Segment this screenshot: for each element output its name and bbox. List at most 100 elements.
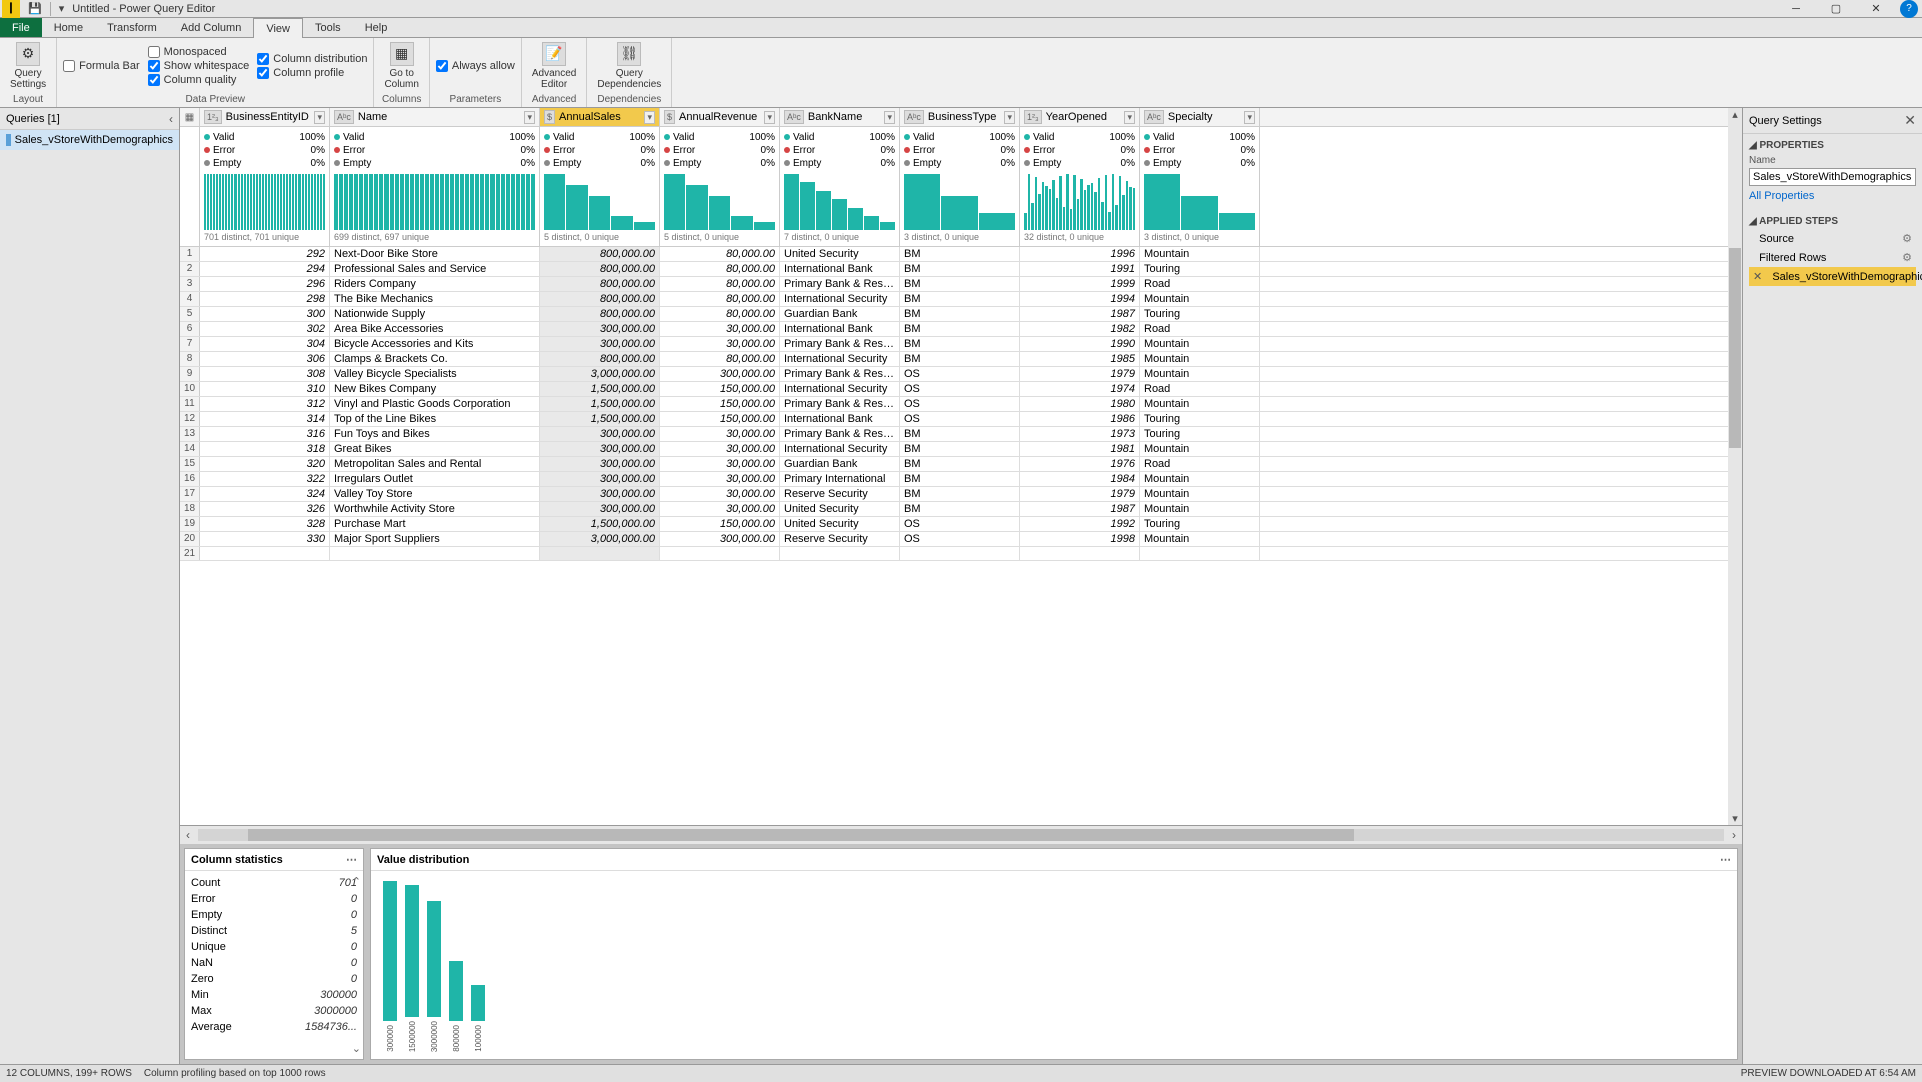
table-row[interactable]: 19328Purchase Mart1,500,000.00150,000.00…: [180, 517, 1742, 532]
stats-menu-icon[interactable]: ⋯: [346, 853, 357, 866]
tab-help[interactable]: Help: [353, 18, 400, 37]
gear-icon[interactable]: ⚙: [1902, 232, 1912, 245]
column-header-businessentityid[interactable]: 1²₃BusinessEntityID▾: [200, 108, 330, 126]
scroll-right-icon[interactable]: ›: [1726, 828, 1742, 842]
table-row[interactable]: 7304Bicycle Accessories and Kits300,000.…: [180, 337, 1742, 352]
query-name-input[interactable]: [1749, 168, 1916, 186]
chevron-down-icon[interactable]: ▾: [644, 111, 655, 124]
maximize-button[interactable]: ▢: [1816, 0, 1856, 18]
chevron-down-icon[interactable]: ▾: [314, 111, 325, 124]
table-row[interactable]: 11312Vinyl and Plastic Goods Corporation…: [180, 397, 1742, 412]
type-icon[interactable]: Aᵇc: [334, 110, 354, 124]
query-dependencies-button[interactable]: ⛓ Query Dependencies: [593, 40, 665, 92]
chevron-down-icon[interactable]: ▾: [1124, 111, 1135, 124]
type-icon[interactable]: $: [664, 110, 675, 124]
column-header-annualsales[interactable]: $AnnualSales▾: [540, 108, 660, 126]
tab-transform[interactable]: Transform: [95, 18, 169, 37]
table-row[interactable]: 5300Nationwide Supply800,000.0080,000.00…: [180, 307, 1742, 322]
table-row[interactable]: 14318Great Bikes300,000.0030,000.00Inter…: [180, 442, 1742, 457]
column-header-name[interactable]: AᵇcName▾: [330, 108, 540, 126]
table-row[interactable]: 3296Riders Company800,000.0080,000.00Pri…: [180, 277, 1742, 292]
type-icon[interactable]: 1²₃: [1024, 110, 1042, 124]
horizontal-scrollbar[interactable]: ‹ ›: [180, 826, 1742, 844]
save-icon[interactable]: 💾: [28, 2, 42, 16]
chevron-down-icon[interactable]: ▾: [884, 111, 895, 124]
tab-file[interactable]: File: [0, 18, 42, 37]
tab-tools[interactable]: Tools: [303, 18, 353, 37]
goto-column-button[interactable]: ▦ Go to Column: [380, 40, 422, 92]
chk-column-quality[interactable]: Column quality: [148, 74, 250, 86]
select-all-corner[interactable]: ▦: [180, 108, 200, 126]
column-profile: Valid100%Error0%Empty0%5 distinct, 0 uni…: [660, 127, 780, 246]
chevron-down-icon[interactable]: ▾: [1004, 111, 1015, 124]
tab-home[interactable]: Home: [42, 18, 95, 37]
hscroll-thumb[interactable]: [248, 829, 1354, 841]
collapse-queries-icon[interactable]: ‹: [169, 112, 173, 126]
gear-icon[interactable]: ⚙: [1902, 251, 1912, 264]
table-row[interactable]: 8306Clamps & Brackets Co.800,000.0080,00…: [180, 352, 1742, 367]
column-header-bankname[interactable]: AᵇcBankName▾: [780, 108, 900, 126]
chevron-down-icon[interactable]: ▾: [1244, 111, 1255, 124]
dist-menu-icon[interactable]: ⋯: [1720, 853, 1731, 866]
status-profiling[interactable]: Column profiling based on top 1000 rows: [144, 1068, 326, 1079]
table-row[interactable]: 13316Fun Toys and Bikes300,000.0030,000.…: [180, 427, 1742, 442]
all-properties-link[interactable]: All Properties: [1749, 186, 1814, 206]
chevron-down-icon[interactable]: ▾: [524, 111, 535, 124]
group-dependencies-label: Dependencies: [593, 92, 665, 105]
table-row[interactable]: 1292Next-Door Bike Store800,000.0080,000…: [180, 247, 1742, 262]
table-row[interactable]: 18326Worthwhile Activity Store300,000.00…: [180, 502, 1742, 517]
table-row[interactable]: 2294Professional Sales and Service800,00…: [180, 262, 1742, 277]
table-row[interactable]: 17324Valley Toy Store300,000.0030,000.00…: [180, 487, 1742, 502]
column-header-yearopened[interactable]: 1²₃YearOpened▾: [1020, 108, 1140, 126]
type-icon[interactable]: Aᵇc: [1144, 110, 1164, 124]
query-settings-button[interactable]: ⚙ Query Settings: [6, 40, 50, 92]
chk-monospaced[interactable]: Monospaced: [148, 46, 250, 58]
column-profile: Valid100%Error0%Empty0%699 distinct, 697…: [330, 127, 540, 246]
ribbon: ⚙ Query Settings Layout Formula Bar Mono…: [0, 38, 1922, 108]
table-row[interactable]: 15320Metropolitan Sales and Rental300,00…: [180, 457, 1742, 472]
stats-scroll-up-icon[interactable]: ⌃: [352, 875, 361, 888]
chk-column-distribution[interactable]: Column distribution: [257, 53, 367, 65]
tab-view[interactable]: View: [253, 18, 303, 38]
chk-column-profile[interactable]: Column profile: [257, 67, 367, 79]
column-header-specialty[interactable]: AᵇcSpecialty▾: [1140, 108, 1260, 126]
close-button[interactable]: ✕: [1856, 0, 1896, 18]
delete-step-icon[interactable]: ✕: [1753, 271, 1762, 283]
scroll-down-icon[interactable]: ▾: [1728, 812, 1742, 825]
table-row[interactable]: 16322Irregulars Outlet300,000.0030,000.0…: [180, 472, 1742, 487]
table-row[interactable]: 10310New Bikes Company1,500,000.00150,00…: [180, 382, 1742, 397]
qat-dropdown-icon[interactable]: ▾: [59, 2, 65, 16]
scroll-left-icon[interactable]: ‹: [180, 828, 196, 842]
chk-formula-bar[interactable]: Formula Bar: [63, 60, 140, 72]
chk-always-allow[interactable]: Always allow: [436, 60, 515, 72]
chevron-down-icon[interactable]: ▾: [764, 111, 775, 124]
stats-scroll-down-icon[interactable]: ⌄: [352, 1042, 361, 1055]
applied-step[interactable]: Filtered Rows⚙: [1749, 248, 1916, 267]
applied-step[interactable]: ✕ Sales_vStoreWithDemographics: [1749, 267, 1916, 286]
close-settings-icon[interactable]: ✕: [1904, 112, 1916, 129]
type-icon[interactable]: 1²₃: [204, 110, 222, 124]
type-icon[interactable]: Aᵇc: [784, 110, 804, 124]
column-header-businesstype[interactable]: AᵇcBusinessType▾: [900, 108, 1020, 126]
vertical-scrollbar[interactable]: ▴ ▾: [1728, 108, 1742, 825]
type-icon[interactable]: Aᵇc: [904, 110, 924, 124]
stat-row: Max3000000: [191, 1003, 357, 1019]
table-row[interactable]: 21: [180, 547, 1742, 561]
table-row[interactable]: 6302Area Bike Accessories300,000.0030,00…: [180, 322, 1742, 337]
minimize-button[interactable]: ─: [1776, 0, 1816, 18]
scroll-up-icon[interactable]: ▴: [1728, 108, 1742, 121]
dist-bar: 1500000: [403, 885, 421, 1052]
scroll-thumb[interactable]: [1729, 248, 1741, 448]
table-row[interactable]: 12314Top of the Line Bikes1,500,000.0015…: [180, 412, 1742, 427]
table-row[interactable]: 20330Major Sport Suppliers3,000,000.0030…: [180, 532, 1742, 547]
table-row[interactable]: 9308Valley Bicycle Specialists3,000,000.…: [180, 367, 1742, 382]
advanced-editor-button[interactable]: 📝 Advanced Editor: [528, 40, 580, 92]
chk-show-whitespace[interactable]: Show whitespace: [148, 60, 250, 72]
table-row[interactable]: 4298The Bike Mechanics800,000.0080,000.0…: [180, 292, 1742, 307]
type-icon[interactable]: $: [544, 110, 555, 124]
query-item[interactable]: Sales_vStoreWithDemographics: [0, 130, 179, 150]
applied-step[interactable]: Source⚙: [1749, 229, 1916, 248]
column-header-annualrevenue[interactable]: $AnnualRevenue▾: [660, 108, 780, 126]
help-icon[interactable]: ?: [1900, 0, 1918, 18]
tab-add-column[interactable]: Add Column: [169, 18, 254, 37]
